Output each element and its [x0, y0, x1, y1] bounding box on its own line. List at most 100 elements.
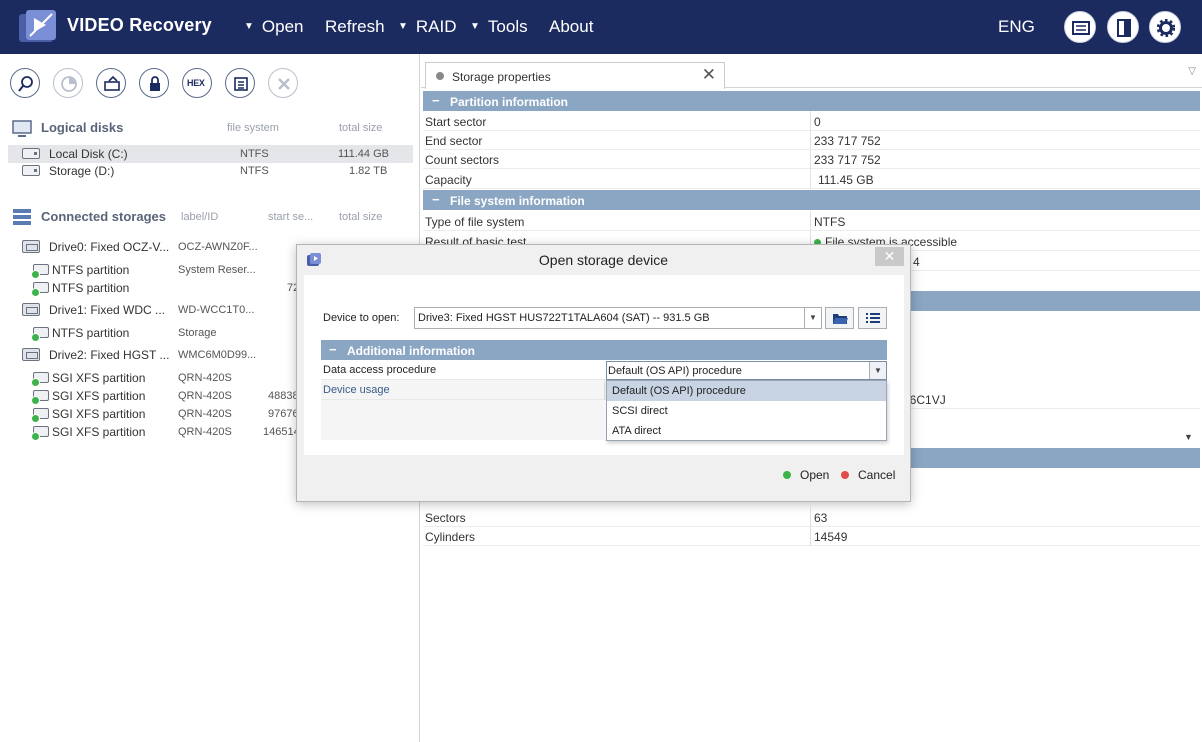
- log-icon: [1072, 21, 1090, 35]
- property-value: 63: [814, 511, 828, 525]
- tab-bar: Storage properties ✕ ▽: [421, 54, 1202, 89]
- property-value: 4: [913, 255, 920, 269]
- dropdown-arrow-icon: ▼: [398, 21, 408, 32]
- device-select[interactable]: Drive3: Fixed HGST HUS722T1TALA604 (SAT)…: [414, 307, 822, 329]
- dialog-title: Open storage device: [538, 252, 669, 268]
- property-row: Count sectors 233 717 752: [423, 149, 1200, 169]
- cancel-label: Cancel: [858, 468, 896, 482]
- disk-image-icon: [104, 75, 120, 91]
- logical-disk-row[interactable]: Local Disk (C:) NTFS 111.44 GB: [8, 145, 413, 163]
- lock-icon: [150, 76, 160, 91]
- dialog-footer: Open Cancel: [304, 455, 904, 495]
- menu-refresh[interactable]: Refresh: [325, 17, 385, 37]
- property-key: End sector: [425, 134, 483, 148]
- group-file-system-info[interactable]: − File system information: [423, 190, 1200, 210]
- panel-toggle-button[interactable]: [1107, 11, 1139, 43]
- dropdown-option[interactable]: ATA direct: [607, 421, 886, 441]
- hex-button[interactable]: HEX: [182, 68, 212, 98]
- tab-menu-icon[interactable]: ▽: [1188, 66, 1196, 77]
- group-additional-info[interactable]: − Additional information: [321, 340, 887, 360]
- menu-label: Open: [261, 17, 304, 36]
- cancel-button[interactable]: Cancel: [841, 468, 895, 482]
- tab-label: Storage properties: [452, 70, 551, 84]
- close-storage-button[interactable]: [268, 68, 298, 98]
- create-image-button[interactable]: [96, 68, 126, 98]
- option-empty-area: [321, 400, 604, 440]
- log-button[interactable]: [1064, 11, 1096, 43]
- menu-open[interactable]: ▼ Open: [244, 17, 304, 37]
- column-label-id: label/ID: [181, 211, 219, 223]
- partition-icon: [31, 264, 49, 279]
- encryption-button[interactable]: [139, 68, 169, 98]
- storage-start: 97676: [268, 408, 299, 420]
- expand-arrow-icon[interactable]: ▼: [1184, 432, 1193, 442]
- dialog-close-button[interactable]: ✕: [875, 247, 904, 266]
- list-icon: [234, 77, 248, 91]
- panel-icon: [1117, 19, 1131, 37]
- open-label: Open: [800, 468, 830, 482]
- pie-chart-icon: [61, 76, 77, 92]
- access-procedure-select[interactable]: Default (OS API) procedure ▼: [606, 361, 887, 380]
- device-list-button[interactable]: [858, 307, 887, 329]
- property-key: Start sector: [425, 115, 487, 129]
- menu-label: About: [549, 17, 594, 36]
- scan-button[interactable]: [10, 68, 40, 98]
- access-procedure-dropdown: Default (OS API) procedure SCSI direct A…: [606, 380, 887, 441]
- logical-disk-row[interactable]: Storage (D:) NTFS 1.82 TB: [8, 162, 413, 180]
- storage-name: Drive1: Fixed WDC ...: [49, 303, 166, 317]
- browse-image-button[interactable]: [825, 307, 854, 329]
- open-storage-dialog: Open storage device ✕ Device to open: Dr…: [296, 244, 911, 502]
- menu-about[interactable]: About: [549, 17, 593, 37]
- dropdown-arrow-icon: ▼: [470, 21, 480, 32]
- property-value: NTFS: [814, 215, 846, 229]
- storage-label: QRN-420S: [178, 390, 232, 402]
- column-start-sector: start se...: [268, 211, 314, 223]
- property-row: End sector 233 717 752: [423, 130, 1200, 150]
- group-title: File system information: [450, 194, 585, 208]
- tab-storage-properties[interactable]: Storage properties ✕: [425, 62, 725, 89]
- disk-name: Storage (D:): [49, 164, 115, 178]
- storage-label: WMC6M0D99...: [178, 349, 257, 361]
- disk-size: 1.82 TB: [349, 165, 388, 177]
- column-file-system: file system: [227, 122, 279, 134]
- storage-label: QRN-420S: [178, 408, 232, 420]
- property-key: Cylinders: [425, 530, 476, 544]
- storage-label: QRN-420S: [178, 426, 232, 438]
- drive-icon: [22, 348, 40, 361]
- chevron-down-icon[interactable]: ▼: [804, 308, 821, 328]
- hex-label: HEX: [187, 78, 205, 88]
- dropdown-arrow-icon: ▼: [244, 21, 254, 32]
- dropdown-option[interactable]: SCSI direct: [607, 401, 886, 421]
- property-key: Capacity: [425, 173, 472, 187]
- logical-disks-title: Logical disks: [41, 120, 124, 135]
- close-icon: [278, 78, 290, 90]
- menu-raid[interactable]: ▼ RAID: [398, 17, 457, 37]
- menu-tools[interactable]: ▼ Tools: [470, 17, 528, 37]
- menu-label: Refresh: [325, 17, 385, 36]
- property-value: 233 717 752: [814, 153, 881, 167]
- tab-close-icon[interactable]: ✕: [702, 65, 716, 85]
- storage-name: SGI XFS partition: [52, 389, 146, 403]
- storage-name: NTFS partition: [52, 281, 130, 295]
- properties-button[interactable]: [225, 68, 255, 98]
- chevron-down-icon[interactable]: ▼: [869, 362, 886, 379]
- settings-button[interactable]: [1149, 11, 1181, 43]
- search-lost-button[interactable]: [53, 68, 83, 98]
- device-select-value: Drive3: Fixed HGST HUS722T1TALA604 (SAT)…: [418, 312, 710, 324]
- drive-icon: [22, 303, 40, 316]
- open-button[interactable]: Open: [783, 468, 829, 482]
- list-icon: [866, 313, 880, 323]
- property-row: Cylinders 14549: [423, 526, 1200, 546]
- dropdown-option[interactable]: Default (OS API) procedure: [607, 381, 886, 401]
- app-logo-icon: [16, 8, 60, 46]
- language-selector[interactable]: ENG: [998, 17, 1035, 37]
- app-title: VIDEO Recovery: [67, 15, 212, 35]
- column-total-size: total size: [339, 122, 383, 134]
- partition-icon: [31, 327, 49, 342]
- group-partition-info[interactable]: − Partition information: [423, 91, 1200, 111]
- property-key: Type of file system: [425, 215, 525, 229]
- option-label: Default (OS API) procedure: [612, 385, 746, 397]
- dialog-title-bar[interactable]: Open storage device ✕: [297, 245, 910, 275]
- property-value: 233 717 752: [814, 134, 881, 148]
- drive-icon: [22, 240, 40, 253]
